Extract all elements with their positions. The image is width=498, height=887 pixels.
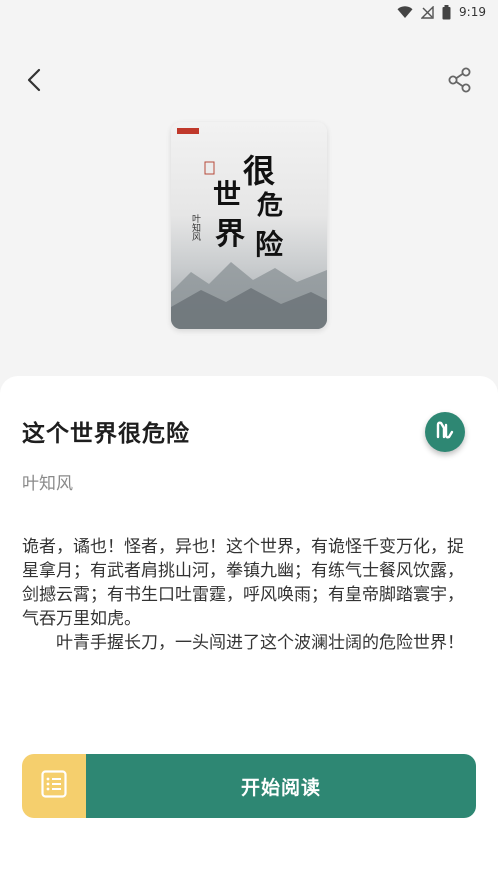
table-of-contents-icon bbox=[41, 770, 67, 802]
top-bar bbox=[0, 60, 498, 104]
reader-app-icon bbox=[434, 419, 456, 445]
book-cover[interactable]: 很 危 险 世 界 叶知风 bbox=[171, 122, 327, 329]
cover-title-char: 很 bbox=[243, 152, 275, 190]
battery-icon bbox=[442, 4, 451, 20]
cover-title-char: 危 bbox=[257, 190, 283, 221]
no-signal-icon bbox=[421, 5, 434, 19]
cover-title-char: 险 bbox=[255, 228, 284, 261]
start-reading-button[interactable]: 开始阅读 bbox=[86, 754, 476, 818]
back-button[interactable] bbox=[18, 66, 50, 98]
description-paragraph: 叶青手握长刀，一头闯进了这个波澜壮阔的危险世界！ bbox=[56, 633, 464, 653]
share-icon bbox=[447, 67, 473, 97]
cover-mountains bbox=[171, 262, 327, 329]
wifi-icon bbox=[397, 5, 413, 19]
cover-author: 叶知风 bbox=[190, 214, 201, 242]
table-of-contents-button[interactable] bbox=[22, 754, 86, 818]
status-bar: 9:19 bbox=[0, 0, 498, 24]
bottom-action-bar: 开始阅读 bbox=[22, 754, 476, 818]
book-description: 诡者，谲也！怪者，异也！这个世界，有诡怪千变万化，捉星拿月；有武者肩挑山河，拳镇… bbox=[22, 535, 478, 655]
publisher-logo bbox=[177, 128, 199, 134]
cover-title-char: 界 bbox=[215, 217, 245, 252]
book-title: 这个世界很危险 bbox=[22, 420, 190, 447]
cover-title-char: 世 bbox=[213, 178, 241, 211]
reader-fab-button[interactable] bbox=[425, 412, 465, 452]
share-button[interactable] bbox=[444, 66, 476, 98]
cover-seal bbox=[204, 161, 215, 175]
status-time: 9:19 bbox=[459, 5, 486, 19]
chevron-left-icon bbox=[26, 68, 42, 96]
description-paragraph: 诡者，谲也！怪者，异也！这个世界，有诡怪千变万化，捉星拿月；有武者肩挑山河，拳镇… bbox=[22, 537, 464, 629]
book-author: 叶知风 bbox=[22, 474, 73, 494]
